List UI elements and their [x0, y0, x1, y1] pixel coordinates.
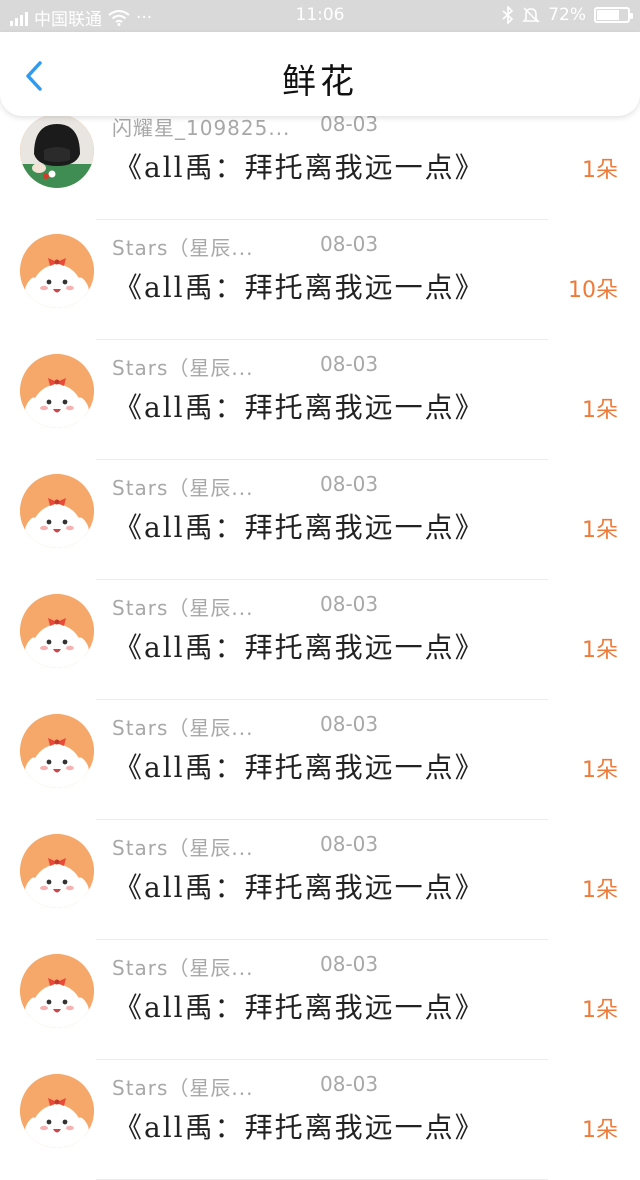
sender-name: Stars（星辰...: [112, 836, 254, 860]
battery-fill: [597, 10, 619, 20]
flower-count: 1朵: [582, 1118, 618, 1143]
avatar[interactable]: [20, 834, 94, 908]
list-item[interactable]: Stars（星辰... 08-03 《all禹：拜托离我远一点》 1朵: [0, 820, 640, 940]
book-title: 《all禹：拜托离我远一点》: [114, 151, 485, 184]
flower-count: 1朵: [582, 878, 618, 903]
sender-name: Stars（星辰...: [112, 716, 254, 740]
list-item[interactable]: Stars（星辰... 08-03 《all禹：拜托离我远一点》 1朵: [0, 460, 640, 580]
avatar[interactable]: [20, 954, 94, 1028]
flower-count: 1朵: [582, 998, 618, 1023]
list-item[interactable]: 闪耀星_109825... 08-03 《all禹：拜托离我远一点》 1朵: [0, 100, 640, 220]
flower-count: 1朵: [582, 638, 618, 663]
send-date: 08-03: [320, 952, 379, 976]
sender-name: Stars（星辰...: [112, 476, 254, 500]
avatar[interactable]: [20, 354, 94, 428]
send-date: 08-03: [320, 592, 379, 616]
flower-count: 1朵: [582, 158, 618, 183]
flower-list: 闪耀星_109825... 08-03 《all禹：拜托离我远一点》 1朵 St…: [0, 100, 640, 1180]
send-date: 08-03: [320, 1072, 379, 1096]
list-item[interactable]: Stars（星辰... 08-03 《all禹：拜托离我远一点》 1朵: [0, 580, 640, 700]
status-bar: 中国联通 ··· 11:06 72%: [0, 0, 640, 32]
sender-name: Stars（星辰...: [112, 236, 254, 260]
flower-count: 1朵: [582, 518, 618, 543]
battery-percent: 72%: [548, 5, 586, 25]
mute-bell-icon: [522, 7, 541, 23]
flower-count: 10朵: [568, 278, 618, 303]
avatar[interactable]: [20, 114, 94, 188]
bluetooth-icon: [502, 6, 514, 24]
list-item[interactable]: Stars（星辰... 08-03 《all禹：拜托离我远一点》 1朵: [0, 340, 640, 460]
list-item[interactable]: Stars（星辰... 08-03 《all禹：拜托离我远一点》 1朵: [0, 1060, 640, 1180]
send-date: 08-03: [320, 352, 379, 376]
avatar[interactable]: [20, 234, 94, 308]
sender-name: Stars（星辰...: [112, 356, 254, 380]
status-right: 72%: [502, 5, 633, 25]
sender-name: Stars（星辰...: [112, 956, 254, 980]
send-date: 08-03: [320, 832, 379, 856]
list-item[interactable]: Stars（星辰... 08-03 《all禹：拜托离我远一点》 1朵: [0, 940, 640, 1060]
book-title: 《all禹：拜托离我远一点》: [114, 631, 485, 664]
avatar[interactable]: [20, 1074, 94, 1148]
send-date: 08-03: [320, 232, 379, 256]
avatar[interactable]: [20, 474, 94, 548]
sender-name: Stars（星辰...: [112, 1076, 254, 1100]
flower-count: 1朵: [582, 398, 618, 423]
page-title: 鲜花: [282, 62, 358, 102]
book-title: 《all禹：拜托离我远一点》: [114, 991, 485, 1024]
avatar[interactable]: [20, 714, 94, 788]
sender-name: 闪耀星_109825...: [112, 116, 291, 140]
book-title: 《all禹：拜托离我远一点》: [114, 391, 485, 424]
book-title: 《all禹：拜托离我远一点》: [114, 1111, 485, 1144]
book-title: 《all禹：拜托离我远一点》: [114, 271, 485, 304]
sender-name: Stars（星辰...: [112, 596, 254, 620]
flower-count: 1朵: [582, 758, 618, 783]
book-title: 《all禹：拜托离我远一点》: [114, 511, 485, 544]
book-title: 《all禹：拜托离我远一点》: [114, 751, 485, 784]
list-item[interactable]: Stars（星辰... 08-03 《all禹：拜托离我远一点》 1朵: [0, 700, 640, 820]
send-date: 08-03: [320, 472, 379, 496]
battery-icon: [594, 7, 633, 23]
send-date: 08-03: [320, 712, 379, 736]
avatar[interactable]: [20, 594, 94, 668]
list-item[interactable]: Stars（星辰... 08-03 《all禹：拜托离我远一点》 10朵: [0, 220, 640, 340]
header: 鲜花: [0, 32, 640, 116]
book-title: 《all禹：拜托离我远一点》: [114, 871, 485, 904]
